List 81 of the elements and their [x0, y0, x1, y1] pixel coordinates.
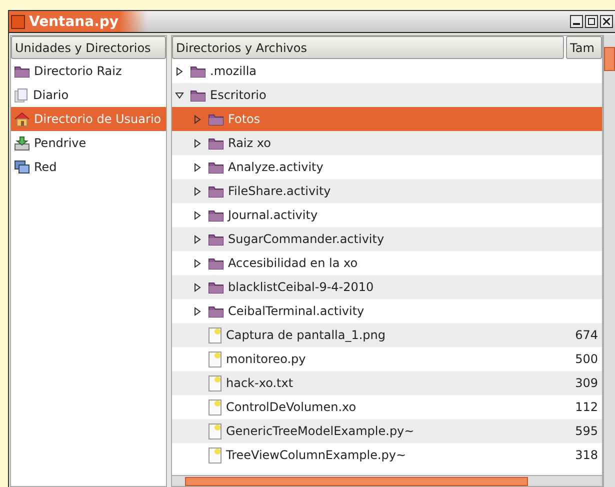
- column-header[interactable]: Tam: [566, 36, 602, 59]
- expand-arrow-icon[interactable]: [193, 210, 202, 220]
- file-icon: [208, 422, 222, 440]
- expand-arrow-icon[interactable]: [193, 282, 202, 292]
- file-icon: [208, 446, 222, 464]
- tree-row[interactable]: GenericTreeModelExample.py~ 595: [172, 419, 602, 443]
- drive-icon: [14, 136, 30, 150]
- file-name: GenericTreeModelExample.py~: [226, 424, 416, 438]
- folder-icon: [208, 136, 224, 150]
- expand-arrow-icon[interactable]: [193, 162, 202, 172]
- folder-name: .mozilla: [210, 64, 258, 78]
- folder-name: CeibalTerminal.activity: [228, 304, 366, 318]
- folder-icon: [190, 64, 206, 78]
- expand-arrow-icon[interactable]: [193, 186, 202, 196]
- folder-name: SugarCommander.activity: [228, 232, 386, 246]
- folder-name: Fotos: [228, 112, 262, 126]
- file-icon: [208, 350, 222, 368]
- tree-row[interactable]: hack-xo.txt 309: [172, 371, 602, 395]
- scrollbar-thumb[interactable]: [185, 476, 528, 486]
- folder-name: blacklistCeibal-9-4-2010: [228, 280, 375, 294]
- expand-arrow-icon[interactable]: [175, 66, 184, 76]
- file-name: ControlDeVolumen.xo: [226, 400, 358, 414]
- tree-row[interactable]: blacklistCeibal-9-4-2010: [172, 275, 602, 299]
- horizontal-scrollbar[interactable]: [172, 475, 602, 486]
- folder-name: Raiz xo: [228, 136, 272, 150]
- close-icon: [603, 18, 610, 25]
- file-name: TreeViewColumnExample.py~: [226, 448, 408, 462]
- file-size: 112: [575, 400, 599, 414]
- folder-name: Analyze.activity: [228, 160, 324, 174]
- window-icon: [11, 14, 25, 28]
- column-header[interactable]: Unidades y Directorios: [11, 36, 166, 59]
- tree-row[interactable]: SugarCommander.activity: [172, 227, 602, 251]
- close-button[interactable]: [600, 15, 613, 28]
- minimize-button[interactable]: [570, 15, 583, 28]
- file-name: hack-xo.txt: [226, 376, 294, 390]
- sidebar-item[interactable]: Red: [11, 155, 166, 179]
- file-size: 309: [575, 376, 599, 390]
- sidebar-item[interactable]: Directorio Raiz: [11, 59, 166, 83]
- network-icon: [14, 160, 30, 174]
- file-icon: [208, 374, 222, 392]
- maximize-icon: [588, 18, 595, 25]
- sidebar-item[interactable]: Diario: [11, 83, 166, 107]
- file-icon: [208, 326, 222, 344]
- document-icon: [14, 88, 29, 102]
- expand-arrow-icon[interactable]: [193, 306, 202, 316]
- folder-icon: [208, 184, 224, 198]
- tree-row[interactable]: Raiz xo: [172, 131, 602, 155]
- file-size: 595: [575, 424, 599, 438]
- file-icon: [208, 398, 222, 416]
- scrollbar-thumb[interactable]: [604, 47, 615, 71]
- expand-arrow-icon[interactable]: [193, 258, 202, 268]
- folder-icon: [208, 280, 224, 294]
- folder-icon: [208, 256, 224, 270]
- folder-icon: [208, 112, 224, 126]
- folder-icon: [208, 160, 224, 174]
- expand-arrow-icon[interactable]: [193, 138, 202, 148]
- window-title: Ventana.py: [29, 14, 119, 30]
- tree-row[interactable]: Captura de pantalla_1.png 674: [172, 323, 602, 347]
- collapse-arrow-icon[interactable]: [175, 90, 184, 100]
- folder-icon: [190, 88, 206, 102]
- home-icon: [14, 112, 30, 126]
- file-name: Captura de pantalla_1.png: [226, 328, 387, 342]
- file-name: monitoreo.py: [226, 352, 307, 366]
- maximize-button[interactable]: [585, 15, 598, 28]
- folder-icon: [208, 208, 224, 222]
- column-header[interactable]: Directorios y Archivos: [172, 36, 564, 59]
- tree-row[interactable]: FileShare.activity: [172, 179, 602, 203]
- file-size: 318: [575, 448, 599, 462]
- tree-row[interactable]: Escritorio: [172, 83, 602, 107]
- sidebar-item[interactable]: Pendrive: [11, 131, 166, 155]
- folder-icon: [208, 304, 224, 318]
- folder-name: Accesibilidad en la xo: [228, 256, 359, 270]
- folder-icon: [208, 232, 224, 246]
- folder-name: FileShare.activity: [228, 184, 332, 198]
- folder-name: Escritorio: [210, 88, 268, 102]
- file-size: 500: [575, 352, 599, 366]
- folder-icon: [14, 64, 30, 78]
- folder-name: Journal.activity: [228, 208, 319, 222]
- expand-arrow-icon[interactable]: [193, 234, 202, 244]
- file-size: 674: [575, 328, 599, 342]
- vertical-scrollbar[interactable]: [603, 35, 615, 487]
